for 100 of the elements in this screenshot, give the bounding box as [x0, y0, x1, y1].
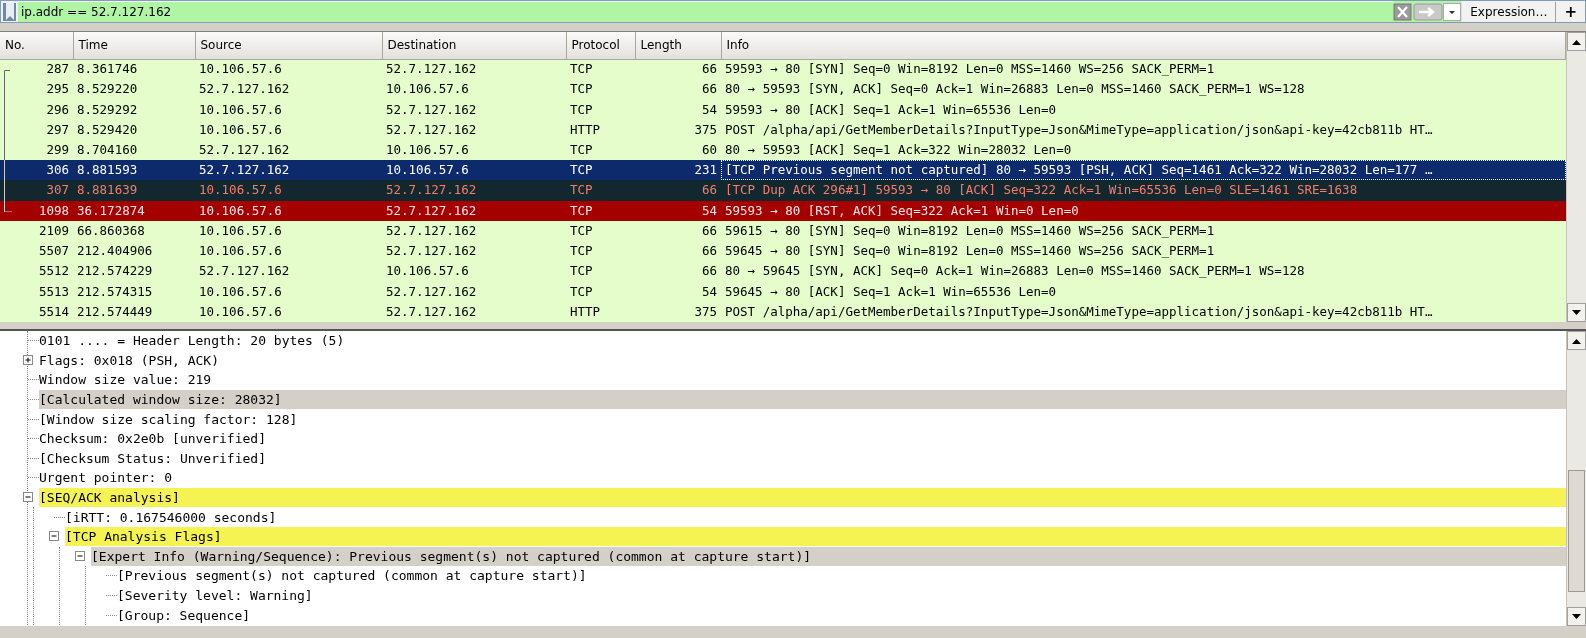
table-cell-text: 375	[693, 120, 718, 139]
tree-item[interactable]: [Calculated window size: 28032]	[39, 390, 1566, 410]
table-cell-text: 8.529292	[76, 100, 139, 119]
table-cell: 8.881593	[73, 160, 195, 181]
table-cell-text: 66	[700, 262, 718, 281]
table-cell: 10.106.57.6	[195, 220, 382, 241]
collapse-icon[interactable]	[49, 531, 60, 543]
column-header[interactable]: Protocol	[566, 32, 635, 59]
table-cell-text: 212.404906	[76, 242, 154, 261]
table-cell-text: TCP	[569, 100, 594, 119]
packet-row[interactable]: 299 8.704160 52.7.127.162 10.106.57.6 TCP 60 80 → 59593 [ACK] Seq=1 Ack=322 Win=28032 Len=0	[0, 139, 1566, 161]
packet-row[interactable]: 1098 36.172874 10.106.57.6 52.7.127.162 TCP 54 59593 → 80 [RST, ACK] Seq=322 Ack=1 Win=0 Len=0	[0, 200, 1566, 221]
column-header[interactable]: Source	[195, 32, 382, 59]
column-header[interactable]: Length	[635, 32, 721, 59]
table-cell-text: 59645 → 80 [ACK] Seq=1 Ack=1 Win=65536 Len=0	[724, 282, 1058, 301]
table-cell: 10.106.57.6	[195, 200, 382, 221]
scroll-up-icon[interactable]	[1567, 331, 1586, 350]
table-cell-text: POST /alpha/api/GetMemberDetails?InputType=Json&MimeType=application/json&api-key=42cb811b HT…	[724, 120, 1434, 139]
table-cell-text: 212.574449	[76, 302, 154, 321]
tree-item[interactable]: [Checksum Status: Unverified]	[39, 448, 268, 468]
table-cell: 52.7.127.162	[382, 59, 566, 80]
table-cell-text: 10.106.57.6	[385, 80, 470, 99]
table-cell: 231	[635, 160, 721, 181]
table-cell: 66	[635, 180, 721, 201]
table-cell-text: 52.7.127.162	[198, 262, 291, 281]
table-cell: 8.704160	[73, 139, 195, 161]
table-cell-text: TCP	[569, 282, 594, 301]
scroll-down-icon[interactable]	[1567, 607, 1586, 626]
table-cell-text: 52.7.127.162	[385, 100, 478, 119]
table-cell-text: 212.574229	[76, 262, 154, 281]
table-cell: 59593 → 80 [SYN] Seq=0 Win=8192 Len=0 MSS=1460 WS=256 SACK_PERM=1	[721, 59, 1566, 80]
column-header[interactable]: Destination	[382, 32, 566, 59]
table-cell-text: 10.106.57.6	[198, 120, 283, 139]
table-cell: TCP	[566, 160, 635, 181]
column-header[interactable]: No.	[0, 32, 73, 59]
scroll-thumb[interactable]	[1568, 470, 1585, 592]
scroll-up-icon[interactable]	[1567, 32, 1586, 51]
table-cell: 59593 → 80 [RST, ACK] Seq=322 Ack=1 Win=0 Len=0	[721, 200, 1566, 221]
table-cell-text: 59645 → 80 [SYN] Seq=0 Win=8192 Len=0 MSS=1460 WS=256 SACK_PERM=1	[724, 242, 1216, 261]
table-cell-text: 52.7.127.162	[385, 120, 478, 139]
tree-item[interactable]: [Window size scaling factor: 128]	[39, 409, 300, 429]
packet-row[interactable]: 306 8.881593 52.7.127.162 10.106.57.6 TCP 231 [TCP Previous segment not captured] 80 → 59593 [PSH, ACK] Seq=1461 Ack=322 Win=28032 Len=177 …	[0, 160, 1566, 181]
tree-item[interactable]: Window size value: 219	[39, 370, 214, 390]
column-header[interactable]: Info	[721, 32, 1566, 59]
scrollbar[interactable]	[1566, 331, 1586, 626]
scrollbar[interactable]	[1566, 32, 1586, 322]
tree-item[interactable]: Flags: 0x018 (PSH, ACK)	[39, 350, 221, 370]
table-cell: 66	[635, 220, 721, 241]
table-cell: 60	[635, 139, 721, 161]
packet-row[interactable]: 287 8.361746 10.106.57.6 52.7.127.162 TCP 66 59593 → 80 [SYN] Seq=0 Win=8192 Len=0 MSS=1460 WS=256 SACK_PERM=1	[0, 59, 1566, 80]
table-cell: 10.106.57.6	[195, 59, 382, 80]
collapse-icon[interactable]	[23, 492, 34, 504]
tree-item[interactable]: Checksum: 0x2e0b [unverified]	[39, 429, 268, 449]
table-cell-text: 66	[700, 80, 718, 99]
column-header[interactable]: Time	[73, 32, 195, 59]
packet-row[interactable]: 2109 66.860368 10.106.57.6 52.7.127.162 TCP 66 59615 → 80 [SYN] Seq=0 Win=8192 Len=0 MSS=1460 WS=256 SACK_PERM=1	[0, 220, 1566, 241]
table-cell: 5512	[38, 263, 69, 279]
table-cell-text: 10.106.57.6	[385, 262, 470, 281]
table-cell: 2109	[38, 222, 69, 238]
table-cell: TCP	[566, 59, 635, 80]
table-cell: TCP	[566, 220, 635, 241]
table-cell-text: TCP	[569, 242, 594, 261]
table-cell-text: 10.106.57.6	[198, 282, 283, 301]
table-cell-text: 375	[693, 302, 718, 321]
tree-item[interactable]: [Group: Sequence]	[117, 605, 253, 625]
packet-row[interactable]: 307 8.881639 10.106.57.6 52.7.127.162 TCP 66 [TCP Dup ACK 296#1] 59593 → 80 [ACK] Seq=322 Ack=1 Win=65536 Len=0 SLE=1461 SRE=1638	[0, 180, 1566, 201]
table-cell: 8.361746	[73, 59, 195, 80]
table-cell: 296	[46, 101, 69, 117]
tree-item[interactable]: Urgent pointer: 0	[39, 468, 175, 488]
table-cell-text: 10.106.57.6	[198, 302, 283, 321]
scroll-down-icon[interactable]	[1567, 303, 1586, 322]
tree-item[interactable]: [SEQ/ACK analysis]	[39, 488, 1566, 508]
tree-item[interactable]: [iRTT: 0.167546000 seconds]	[65, 507, 279, 527]
table-cell: 5514	[38, 303, 69, 319]
tree-item[interactable]: 0101 .... = Header Length: 20 bytes (5)	[39, 331, 347, 351]
tree-item[interactable]: [Expert Info (Warning/Sequence): Previous segment(s) not captured (common at capture start)]	[91, 546, 1566, 566]
table-cell-text: TCP	[569, 80, 594, 99]
tree-item[interactable]: [Severity level: Warning]	[117, 586, 315, 605]
table-cell-text: 54	[700, 100, 718, 119]
tree-item[interactable]: [Previous segment(s) not captured (common at capture start)]	[117, 566, 589, 586]
tree-item[interactable]: [TCP Analysis Flags]	[65, 527, 1566, 547]
table-cell: 287	[46, 61, 69, 77]
table-cell-text: TCP	[569, 262, 594, 281]
table-cell-text: 212.574315	[76, 282, 154, 301]
table-cell: 1098	[38, 202, 69, 218]
table-cell: 10.106.57.6	[382, 160, 566, 181]
expand-icon[interactable]	[23, 354, 34, 366]
table-cell-text: 80 → 59645 [SYN, ACK] Seq=0 Ack=1 Win=26883 Len=0 MSS=1460 SACK_PERM=1 WS=128	[724, 262, 1306, 281]
table-cell: 10.106.57.6	[195, 180, 382, 201]
table-cell: 307	[46, 182, 69, 198]
table-cell: 5507	[38, 243, 69, 259]
table-cell: 306	[46, 162, 69, 178]
table-cell: 10.106.57.6	[382, 139, 566, 161]
collapse-icon[interactable]	[75, 550, 86, 562]
table-cell: 52.7.127.162	[382, 180, 566, 201]
table-cell-text: 52.7.127.162	[385, 242, 478, 261]
table-cell: 59615 → 80 [SYN] Seq=0 Win=8192 Len=0 MSS=1460 WS=256 SACK_PERM=1	[721, 220, 1566, 241]
table-cell-text: 8.529220	[76, 80, 139, 99]
table-cell: TCP	[566, 200, 635, 221]
table-cell: 297	[46, 121, 69, 137]
